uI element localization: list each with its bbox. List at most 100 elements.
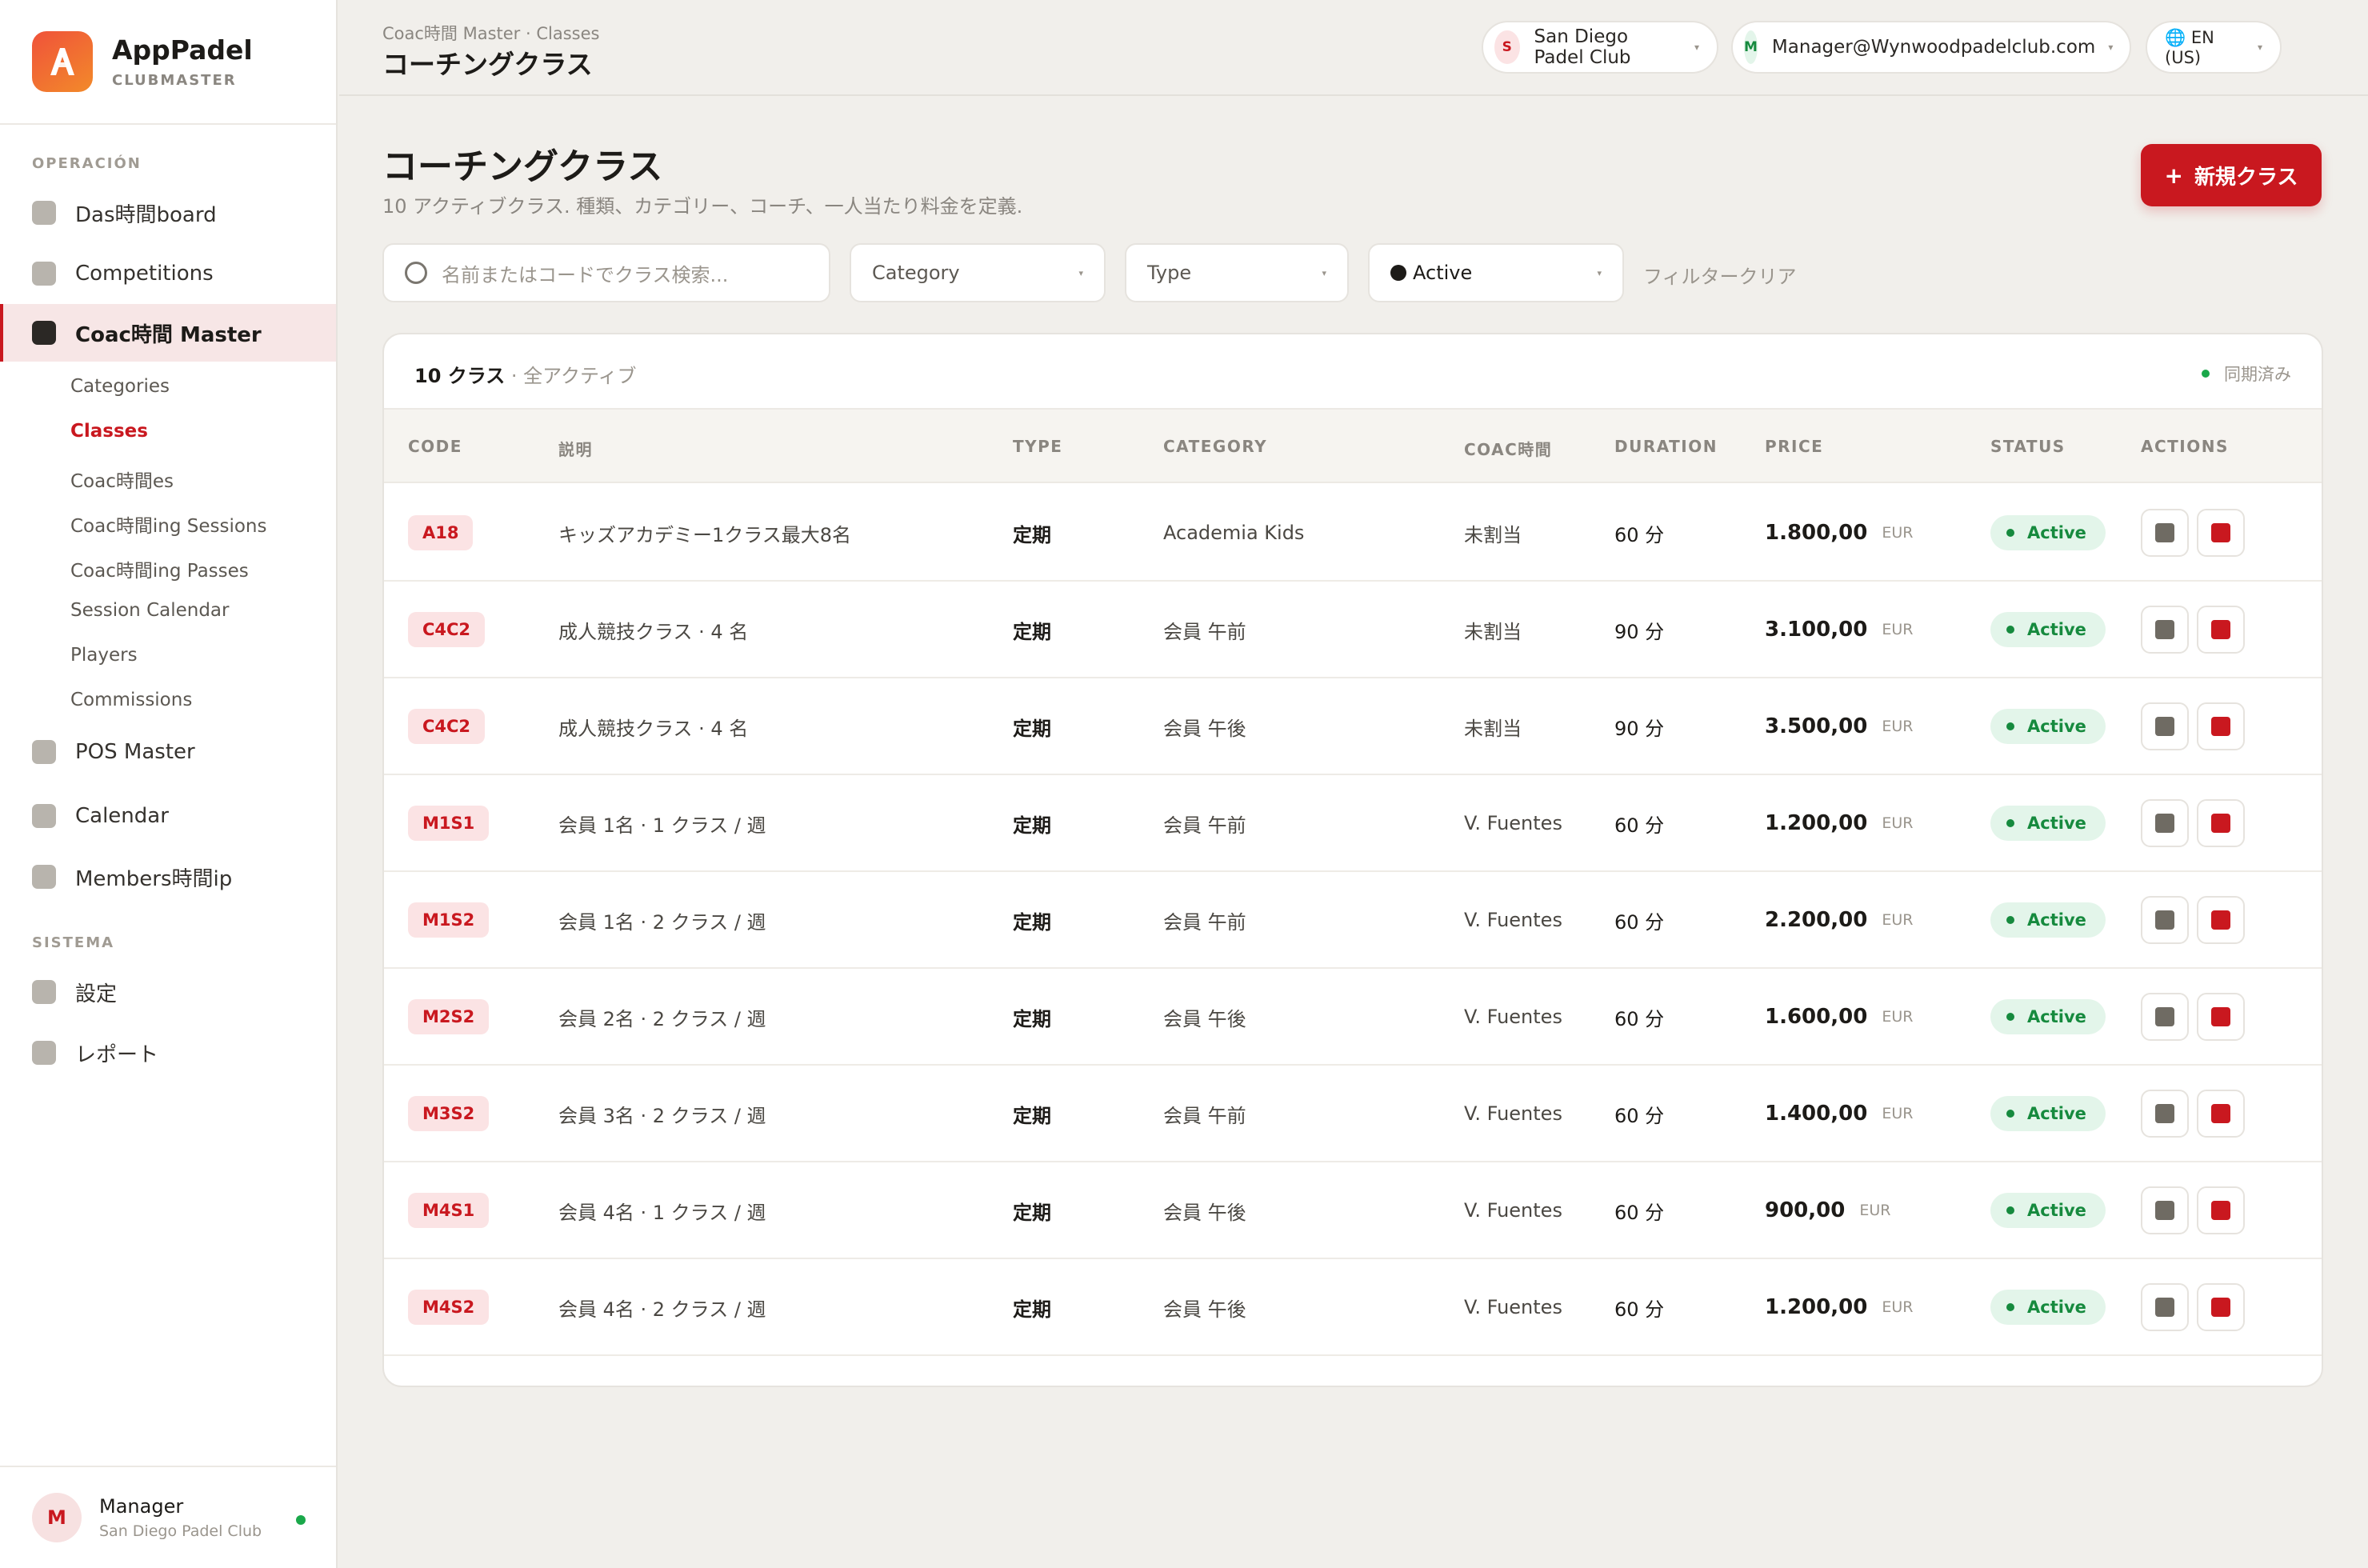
table-row[interactable]: M2S2 会員 2名 · 2 クラス / 週 定期 会員 午後 V. Fuentes 60… (384, 969, 2322, 1066)
status-dot-icon (2006, 722, 2014, 730)
account-avatar: M (1744, 30, 1758, 64)
type-filter[interactable]: Type ▾ (1125, 243, 1349, 302)
table-row[interactable]: M4S2 会員 4名 · 2 クラス / 週 定期 会員 午後 V. Fuentes 60… (384, 1259, 2322, 1356)
class-description: 成人競技クラス · 4 名 (558, 620, 749, 643)
category-filter[interactable]: Category ▾ (850, 243, 1106, 302)
club-selector[interactable]: S San Diego Padel Club ▾ (1482, 21, 1718, 74)
edit-button[interactable] (2141, 799, 2189, 847)
subnav-players[interactable]: Players (70, 645, 138, 666)
th-code[interactable]: CODE (408, 437, 462, 456)
table-row[interactable]: C4C2 成人競技クラス · 4 名 定期 会員 午後 未割当 90 分 3.500,00 E… (384, 678, 2322, 775)
sidebar-item-label: Coac時間 Master (75, 322, 262, 347)
status-dot-icon (2006, 916, 2014, 924)
sidebar-item-reports[interactable]: レポート (0, 1024, 336, 1082)
clear-filters-link[interactable]: フィルタークリア (1643, 261, 1797, 289)
table-row[interactable]: M1S2 会員 1名 · 2 クラス / 週 定期 会員 午前 V. Fuentes 60… (384, 872, 2322, 969)
table-row[interactable]: A18 キッズアカデミー1クラス最大8名 定期 Academia Kids 未割当 60 … (384, 485, 2322, 582)
delete-button[interactable] (2197, 993, 2245, 1041)
sidebar-item-settings[interactable]: 設定 (0, 963, 336, 1021)
status-badge: Active (1990, 709, 2106, 744)
delete-button[interactable] (2197, 702, 2245, 750)
table-row[interactable]: M4S1 会員 4名 · 1 クラス / 週 定期 会員 午後 V. Fuentes 60… (384, 1162, 2322, 1259)
delete-button[interactable] (2197, 896, 2245, 944)
sidebar-item-membership[interactable]: Members時間ip (0, 848, 336, 906)
subnav-commissions[interactable]: Commissions (70, 690, 192, 710)
chevron-down-icon: ▾ (1597, 267, 1602, 278)
brand-name: AppPadel (112, 34, 253, 66)
sidebar-item-dashboard[interactable]: Das時間board (0, 184, 336, 242)
subnav-classes[interactable]: Classes (70, 421, 148, 442)
class-currency: EUR (1882, 1105, 1914, 1122)
sidebar-item-pos-master[interactable]: POS Master (0, 723, 336, 781)
class-duration: 60 分 (1614, 910, 1665, 934)
class-type: 定期 (1013, 717, 1051, 740)
sidebar-item-calendar[interactable]: Calendar (0, 787, 336, 845)
subnav-session-calendar[interactable]: Session Calendar (70, 600, 230, 621)
class-price: 1.200,00 (1765, 811, 1868, 835)
class-price: 1.600,00 (1765, 1005, 1868, 1029)
edit-icon (2155, 1007, 2174, 1026)
subnav-coaches[interactable]: Coac時間es (70, 466, 174, 493)
th-duration[interactable]: DURATION (1614, 437, 1718, 456)
type-filter-label: Type (1147, 262, 1192, 284)
delete-button[interactable] (2197, 1090, 2245, 1138)
sync-status: 同期済み (2202, 362, 2291, 386)
class-type: 定期 (1013, 1104, 1051, 1127)
club-name: San Diego Padel Club (1534, 26, 1631, 68)
th-coach[interactable]: COAC時間 (1464, 437, 1552, 460)
edit-button[interactable] (2141, 993, 2189, 1041)
sidebar-item-coach-master[interactable]: Coac時間 Master (0, 304, 336, 362)
edit-button[interactable] (2141, 1283, 2189, 1331)
account-selector[interactable]: M Manager@Wynwoodpadelclub.com ▾ (1731, 21, 2131, 74)
edit-button[interactable] (2141, 509, 2189, 557)
subnav-coaching-sessions[interactable]: Coac時間ing Sessions (70, 510, 267, 538)
th-category[interactable]: CATEGORY (1163, 437, 1267, 456)
class-code-badge: M1S1 (408, 806, 490, 841)
subnav-categories[interactable]: Categories (70, 376, 170, 397)
language-selector[interactable]: 🌐 EN (US) ▾ (2146, 21, 2282, 74)
report-icon (32, 1041, 56, 1065)
class-code-badge: M4S1 (408, 1193, 490, 1228)
delete-button[interactable] (2197, 1186, 2245, 1234)
new-class-button[interactable]: + 新規クラス (2141, 144, 2322, 206)
chevron-down-icon: ▾ (2108, 42, 2114, 53)
subnav-coaching-passes[interactable]: Coac時間ing Passes (70, 555, 249, 582)
class-price: 1.400,00 (1765, 1102, 1868, 1126)
table-row[interactable]: M3S2 会員 3名 · 2 クラス / 週 定期 会員 午前 V. Fuentes 60… (384, 1066, 2322, 1162)
class-currency: EUR (1859, 1202, 1891, 1219)
brand[interactable]: AppPadel CLUBMASTER (0, 0, 336, 125)
th-status[interactable]: STATUS (1990, 437, 2066, 456)
status-filter[interactable]: Active ▾ (1368, 243, 1624, 302)
edit-button[interactable] (2141, 1186, 2189, 1234)
sidebar-item-competitions[interactable]: Competitions (0, 245, 336, 302)
status-dot-icon (2006, 1013, 2014, 1021)
table-row[interactable]: C4C2 成人競技クラス · 4 名 定期 会員 午前 未割当 90 分 3.100,00 E… (384, 582, 2322, 678)
th-price[interactable]: PRICE (1765, 437, 1823, 456)
th-type[interactable]: TYPE (1013, 437, 1062, 456)
sidebar-item-label: 設定 (75, 982, 118, 1006)
edit-button[interactable] (2141, 1090, 2189, 1138)
delete-button[interactable] (2197, 606, 2245, 654)
table-row-partial[interactable] (384, 1356, 2322, 1386)
breadcrumb: Coac時間 Master · Classes (382, 24, 600, 43)
class-coach: V. Fuentes (1464, 1102, 1562, 1125)
class-type: 定期 (1013, 523, 1051, 546)
trash-icon (2211, 620, 2230, 639)
delete-button[interactable] (2197, 509, 2245, 557)
calendar-icon (32, 804, 56, 828)
search-placeholder: 名前またはコードでクラス検索... (442, 263, 729, 286)
edit-button[interactable] (2141, 702, 2189, 750)
chevron-down-icon: ▾ (1078, 267, 1083, 278)
section-label-operation: OPERACIÓN (32, 155, 142, 172)
delete-button[interactable] (2197, 1283, 2245, 1331)
table-row[interactable]: M1S1 会員 1名 · 1 クラス / 週 定期 会員 午前 V. Fuentes 60… (384, 775, 2322, 872)
user-profile[interactable]: M Manager San Diego Padel Club (0, 1466, 336, 1568)
edit-button[interactable] (2141, 606, 2189, 654)
delete-button[interactable] (2197, 799, 2245, 847)
th-description[interactable]: 説明 (558, 437, 593, 460)
sidebar-item-label: Das時間board (75, 202, 217, 227)
topbar: Coac時間 Master · Classes コーチングクラス S San D… (339, 0, 2368, 96)
edit-button[interactable] (2141, 896, 2189, 944)
status-dot-icon (2006, 529, 2014, 537)
search-input[interactable]: 名前またはコードでクラス検索... (382, 243, 830, 302)
